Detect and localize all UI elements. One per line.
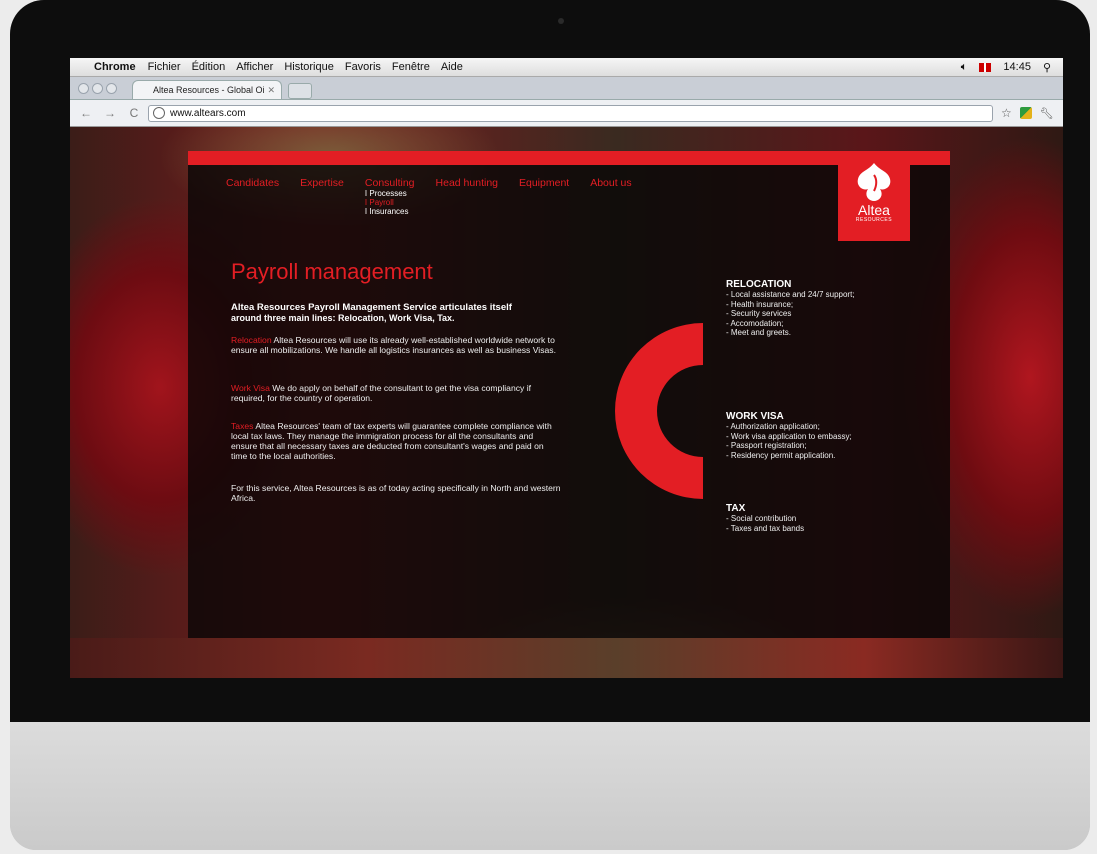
relocation-item: - Local assistance and 24/7 support; — [726, 290, 855, 299]
intro-text: Altea Resources Payroll Management Servi… — [231, 302, 561, 324]
work-visa-text: We do apply on behalf of the consultant … — [231, 383, 531, 403]
nav-about-us[interactable]: About us — [590, 177, 631, 189]
window-zoom-button[interactable] — [106, 83, 117, 94]
spotlight-search-icon[interactable]: ⚲ — [1043, 61, 1051, 74]
menu-afficher[interactable]: Afficher — [236, 61, 273, 73]
mac-menubar: Chrome Fichier Édition Afficher Historiq… — [70, 58, 1063, 77]
tax-item: - Social contribution — [726, 514, 797, 523]
menubar-app-name[interactable]: Chrome — [94, 61, 136, 73]
work-visa-item: - Residency permit application. — [726, 450, 836, 460]
reload-icon[interactable]: C — [126, 106, 142, 120]
page-title: Payroll management — [231, 259, 433, 284]
relocation-item: - Health insurance; — [726, 299, 794, 309]
tax-list: TAX - Social contribution - Taxes and ta… — [726, 503, 906, 533]
website-viewport: Candidates Expertise Consulting I Proces… — [70, 127, 1063, 678]
screen: Chrome Fichier Édition Afficher Historiq… — [70, 58, 1063, 678]
work-visa-heading: WORK VISA — [726, 411, 784, 422]
tax-item: - Taxes and tax bands — [726, 523, 805, 533]
consulting-submenu: I Processes I Payroll I Insurances — [365, 189, 409, 216]
nav-equipment[interactable]: Equipment — [519, 177, 569, 189]
back-arrow-icon[interactable]: ← — [78, 106, 94, 120]
menu-aide[interactable]: Aide — [441, 61, 463, 73]
new-tab-button[interactable] — [288, 83, 312, 99]
window-minimize-button[interactable] — [92, 83, 103, 94]
address-bar-url: www.altears.com — [170, 107, 246, 119]
browser-toolbar: ← → C www.altears.com ☆ 🔧︎ — [70, 100, 1063, 127]
extension-icon[interactable] — [1019, 107, 1032, 119]
relocation-paragraph: Relocation Altea Resources will use its … — [231, 335, 561, 355]
work-visa-keyword: Work Visa — [231, 383, 270, 393]
nav-consulting[interactable]: Consulting — [365, 177, 415, 189]
logo-subtitle: RESOURCES — [855, 217, 893, 223]
leaf-emblem-icon — [857, 163, 891, 201]
relocation-text: Altea Resources will use its already wel… — [231, 335, 556, 355]
menubar-clock[interactable]: 14:45 — [1003, 61, 1031, 73]
forward-arrow-icon[interactable]: → — [102, 106, 118, 120]
work-visa-item: - Passport registration; — [726, 441, 807, 450]
relocation-heading: RELOCATION — [726, 279, 792, 290]
relocation-item: - Accomodation; — [726, 318, 784, 328]
tab-close-icon[interactable]: ✕ — [267, 85, 275, 96]
browser-tab-active[interactable]: Altea Resources - Global Oi ✕ — [132, 80, 282, 99]
nav-head-hunting[interactable]: Head hunting — [436, 177, 498, 189]
submenu-processes[interactable]: I Processes — [365, 189, 409, 198]
taxes-paragraph: Taxes Altea Resources' team of tax exper… — [231, 421, 561, 461]
background-photo-foreground — [70, 638, 1063, 678]
camera-dot — [558, 18, 564, 24]
menu-edition[interactable]: Édition — [192, 61, 226, 73]
uk-flag-icon[interactable] — [979, 62, 992, 72]
logo-name: Altea — [858, 202, 890, 218]
imac-bezel: Chrome Fichier Édition Afficher Historiq… — [10, 0, 1090, 722]
nav-expertise[interactable]: Expertise — [300, 177, 344, 189]
menu-favoris[interactable]: Favoris — [345, 61, 381, 73]
site-nav: Candidates Expertise Consulting I Proces… — [226, 177, 632, 216]
page-info-icon[interactable] — [153, 107, 165, 119]
work-visa-paragraph: Work Visa We do apply on behalf of the c… — [231, 383, 561, 403]
volume-icon[interactable]: 🔈︎ — [961, 61, 968, 74]
nav-consulting-wrapper: Consulting I Processes I Payroll I Insur… — [365, 177, 415, 216]
bookmark-star-icon[interactable]: ☆ — [1001, 106, 1012, 120]
work-visa-item: - Work visa application to embassy; — [726, 431, 852, 441]
coverage-note: For this service, Altea Resources is as … — [231, 483, 561, 503]
altea-logo[interactable]: Altea RESOURCES — [838, 151, 910, 241]
half-circle-graphic — [615, 323, 703, 499]
address-bar[interactable]: www.altears.com — [148, 104, 993, 122]
content-panel: Candidates Expertise Consulting I Proces… — [188, 151, 950, 651]
imac-chin — [10, 722, 1090, 850]
intro-line-2: around three main lines: Relocation, Wor… — [231, 313, 455, 323]
taxes-keyword: Taxes — [231, 421, 254, 431]
menu-fenetre[interactable]: Fenêtre — [392, 61, 430, 73]
submenu-payroll[interactable]: I Payroll — [365, 198, 409, 207]
window-close-button[interactable] — [78, 83, 89, 94]
relocation-keyword: Relocation — [231, 335, 272, 345]
menu-fichier[interactable]: Fichier — [148, 61, 181, 73]
relocation-list: RELOCATION - Local assistance and 24/7 s… — [726, 279, 906, 338]
nav-candidates[interactable]: Candidates — [226, 177, 279, 189]
browser-tabstrip: Altea Resources - Global Oi ✕ — [70, 77, 1063, 100]
intro-line-1: Altea Resources Payroll Management Servi… — [231, 302, 512, 313]
tax-heading: TAX — [726, 503, 746, 514]
tab-title: Altea Resources - Global Oi — [153, 85, 265, 95]
work-visa-item: - Authorization application; — [726, 422, 820, 431]
wrench-icon[interactable]: 🔧︎ — [1040, 107, 1054, 120]
relocation-item: - Security services — [726, 309, 792, 318]
taxes-text: Altea Resources' team of tax experts wil… — [231, 421, 552, 461]
work-visa-list: WORK VISA - Authorization application; -… — [726, 411, 906, 460]
menu-historique[interactable]: Historique — [284, 61, 334, 73]
submenu-insurances[interactable]: I Insurances — [365, 207, 409, 216]
relocation-item: - Meet and greets. — [726, 328, 791, 337]
